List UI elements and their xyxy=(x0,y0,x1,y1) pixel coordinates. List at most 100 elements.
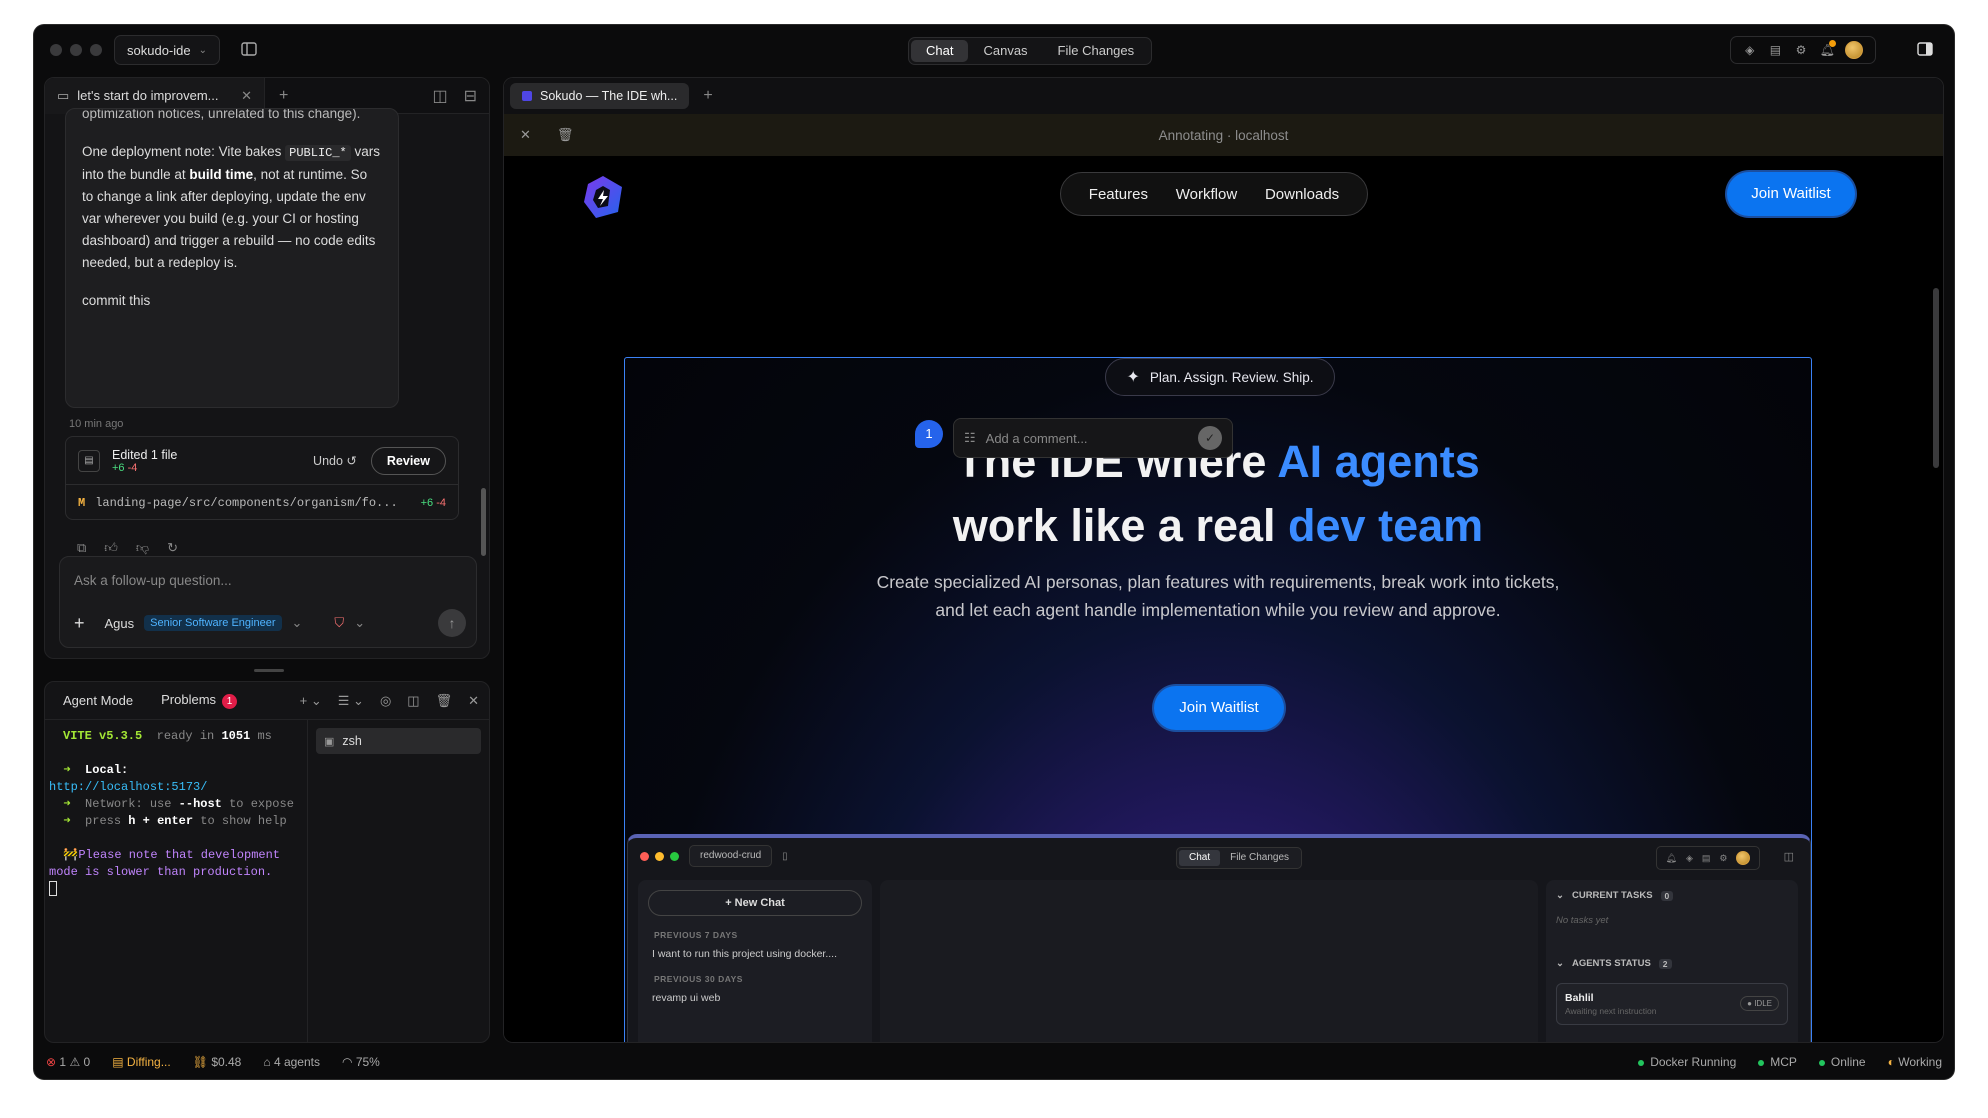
shell-name: zsh xyxy=(342,734,362,748)
thumbs-up-icon[interactable]: 👍︎ xyxy=(104,540,118,556)
changed-file-row[interactable]: M landing-page/src/components/organism/f… xyxy=(66,485,458,520)
status-dot xyxy=(1818,1059,1825,1066)
tab-file-changes[interactable]: File Changes xyxy=(1043,40,1150,62)
panel-resize-handle[interactable] xyxy=(254,669,284,672)
mock-project: redwood-crud xyxy=(689,845,773,867)
sparkle-icon: ✦ xyxy=(1126,369,1140,386)
copy-icon[interactable]: ⧉ xyxy=(77,540,86,556)
agents-icon: ⌂ xyxy=(263,1055,271,1069)
join-waitlist-button[interactable]: Join Waitlist xyxy=(1727,172,1855,216)
docker-label: Docker Running xyxy=(1650,1055,1737,1069)
terminal-text: to show help xyxy=(200,814,287,828)
trash-icon[interactable]: 🗑︎ xyxy=(557,127,574,143)
local-url-link[interactable]: http://localhost:5173/ xyxy=(49,780,207,794)
mock-section: PREVIOUS 30 DAYS xyxy=(654,974,743,984)
new-tab-icon[interactable]: + xyxy=(703,87,712,105)
agent-name[interactable]: Agus xyxy=(105,616,135,631)
message-line: optimization notices, unrelated to this … xyxy=(82,108,361,121)
layers-icon[interactable]: ◈ xyxy=(1743,43,1757,57)
attach-plus-icon[interactable]: + xyxy=(70,613,89,634)
terminal-text: to expose xyxy=(229,797,294,811)
hero-section-selected[interactable]: ✦ Plan. Assign. Review. Ship. The IDE wh… xyxy=(624,357,1812,1042)
close-icon[interactable]: ✕ xyxy=(520,127,531,143)
terminal-output[interactable]: VITE v5.3.5 ready in 1051 ms ➜ Local: ht… xyxy=(49,728,299,898)
terminal-text: ms xyxy=(257,729,272,743)
maximize-window-button[interactable] xyxy=(90,44,102,56)
trash-icon[interactable]: 🗑︎ xyxy=(436,693,453,709)
submit-comment-button[interactable]: ✓ xyxy=(1198,426,1222,450)
online-status[interactable]: Online xyxy=(1818,1055,1866,1069)
split-vertical-icon[interactable]: ◫ xyxy=(432,86,447,106)
undo-label: Undo xyxy=(313,454,343,468)
terminal-list: ▣ zsh xyxy=(307,720,489,1042)
add-terminal-icon[interactable]: + ⌄ xyxy=(300,693,322,709)
thumbs-down-icon[interactable]: 👎︎ xyxy=(136,540,149,556)
review-button[interactable]: Review xyxy=(370,446,446,475)
docker-status[interactable]: Docker Running xyxy=(1638,1055,1736,1069)
gear-icon[interactable]: ⚙ xyxy=(1794,43,1808,57)
tab-agent-mode[interactable]: Agent Mode xyxy=(55,693,133,708)
followup-input[interactable]: Ask a follow-up question... xyxy=(74,573,232,588)
right-sidebar-toggle-icon[interactable] xyxy=(1916,40,1934,58)
retry-icon[interactable]: ↻ xyxy=(167,540,178,556)
chevron-down-icon[interactable]: ⌄ xyxy=(354,615,365,631)
layout-icon[interactable]: ☰ ⌄ xyxy=(338,693,364,709)
shield-icon[interactable]: ⛉ xyxy=(334,615,344,631)
mock-text: IDLE xyxy=(1754,999,1772,1008)
context-indicator[interactable]: ◠ 75% xyxy=(342,1055,380,1069)
sokudo-logo[interactable] xyxy=(578,172,628,222)
mock-item: revamp ui web xyxy=(652,992,721,1004)
browser-tab-title: Sokudo — The IDE wh... xyxy=(540,89,678,103)
favicon-icon xyxy=(522,91,532,101)
bell-icon: 🔔︎ xyxy=(1665,852,1677,863)
annotation-pin[interactable]: 1 xyxy=(915,420,943,448)
tab-chat[interactable]: Chat xyxy=(911,40,969,62)
error-icon: ⊗ xyxy=(46,1055,57,1069)
tab-canvas[interactable]: Canvas xyxy=(968,40,1042,62)
tagline-text: Plan. Assign. Review. Ship. xyxy=(1149,369,1314,385)
terminal-panel: Agent Mode Problems 1 + ⌄ ☰ ⌄ ◎ ◫ 🗑︎ ✕ VI… xyxy=(44,681,490,1043)
diff-status[interactable]: ▤ Diffing... xyxy=(112,1055,171,1069)
cost-label: $0.48 xyxy=(211,1055,242,1069)
nav-workflow[interactable]: Workflow xyxy=(1176,186,1237,203)
compose-box[interactable]: Ask a follow-up question... + Agus Senio… xyxy=(59,556,477,648)
tab-problems[interactable]: Problems 1 xyxy=(161,692,238,709)
avatar[interactable] xyxy=(1845,41,1864,59)
nav-downloads[interactable]: Downloads xyxy=(1265,186,1339,203)
terminal-note: Please note that development mode is slo… xyxy=(49,848,288,879)
bell-icon[interactable]: 🔔︎ xyxy=(1820,40,1836,57)
minimize-window-button[interactable] xyxy=(70,44,82,56)
browser-scrollbar[interactable] xyxy=(1933,288,1939,468)
database-icon[interactable]: ▤ xyxy=(1768,43,1782,57)
message-text: , not at runtime. So to change a link af… xyxy=(82,167,376,270)
working-status[interactable]: ◐ Working xyxy=(1888,1055,1942,1069)
chat-scrollbar[interactable] xyxy=(481,488,486,556)
send-button[interactable]: ↑ xyxy=(438,609,466,637)
terminal-text: Local: xyxy=(85,763,129,777)
target-icon[interactable]: ◎ xyxy=(380,693,391,709)
close-window-button[interactable] xyxy=(50,44,62,56)
left-sidebar-toggle-icon[interactable] xyxy=(240,40,258,58)
terminal-session[interactable]: ▣ zsh xyxy=(316,728,481,754)
subtitle-line: Create specialized AI personas, plan fea… xyxy=(876,572,1560,592)
hero-join-waitlist-button[interactable]: Join Waitlist xyxy=(1154,686,1284,730)
close-icon[interactable]: ✕ xyxy=(468,693,479,709)
split-icon[interactable]: ◫ xyxy=(407,693,419,709)
new-tab-icon[interactable]: + xyxy=(265,87,302,105)
chevron-down-icon[interactable]: ⌄ xyxy=(292,615,303,631)
agents-indicator[interactable]: ⌂ 4 agents xyxy=(263,1055,320,1069)
close-icon[interactable]: ✕ xyxy=(241,88,252,104)
errors-count: 1 xyxy=(59,1055,67,1069)
project-selector[interactable]: sokudo-ide ⌄ xyxy=(114,35,220,65)
annotation-status: Annotating · localhost xyxy=(1158,127,1289,143)
browser-tab[interactable]: Sokudo — The IDE wh... xyxy=(510,83,690,109)
database-icon: ▤ xyxy=(1701,852,1711,863)
split-horizontal-icon[interactable]: ⊟ xyxy=(464,86,477,106)
cost-indicator[interactable]: ⛓ $0.48 xyxy=(193,1055,242,1069)
mcp-status[interactable]: MCP xyxy=(1758,1055,1797,1069)
nav-features[interactable]: Features xyxy=(1089,186,1148,203)
errors-indicator[interactable]: ⊗ 1 ⚠ 0 xyxy=(46,1055,90,1069)
sliders-icon: ☷ xyxy=(964,430,976,445)
undo-button[interactable]: Undo ↺ xyxy=(313,453,357,468)
comment-input[interactable]: Add a comment... xyxy=(986,431,1088,446)
